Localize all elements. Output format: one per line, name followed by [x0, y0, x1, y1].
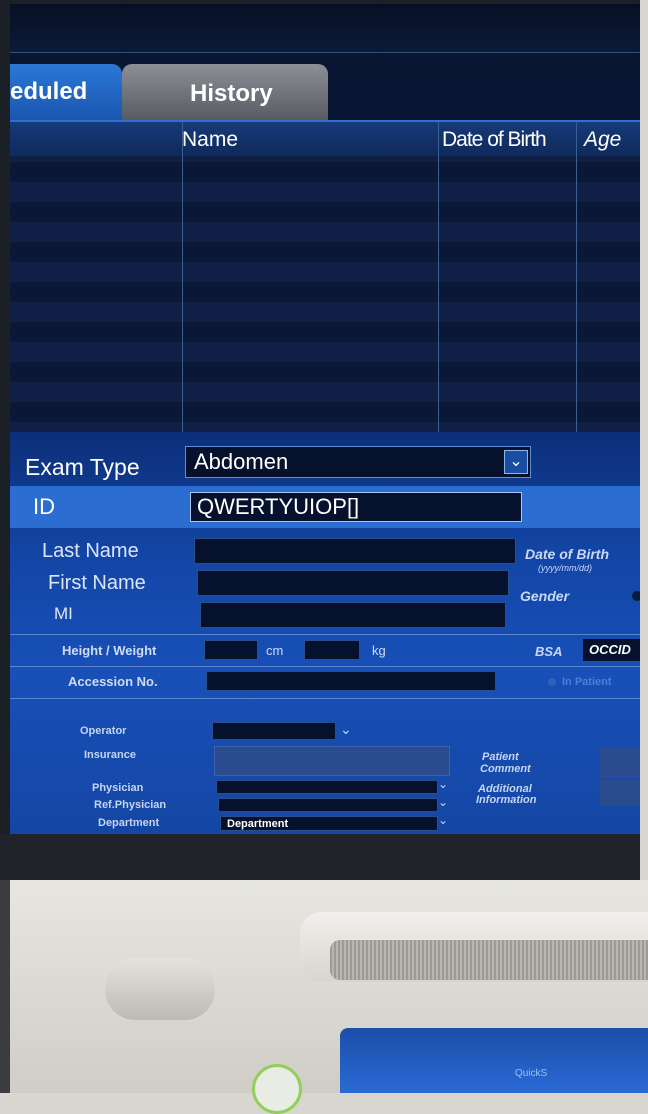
- tab-history[interactable]: History: [122, 64, 328, 120]
- weight-unit: kg: [372, 643, 386, 658]
- last-name-input[interactable]: [194, 538, 516, 564]
- gender-label: Gender: [520, 588, 570, 604]
- column-header-age[interactable]: Age: [584, 128, 621, 152]
- in-patient-checkbox[interactable]: [548, 678, 556, 686]
- department-value: Department: [227, 818, 289, 830]
- chevron-down-icon[interactable]: ⌄: [438, 813, 448, 827]
- additional-info-input[interactable]: [600, 780, 640, 806]
- patient-comment-input[interactable]: [600, 748, 640, 778]
- id-value: QWERTYUIOP[]: [197, 494, 360, 519]
- insurance-label: Insurance: [84, 749, 136, 761]
- physician-label: Physician: [92, 782, 144, 794]
- tab-scheduled-label: eduled: [10, 78, 88, 105]
- physician-select[interactable]: [216, 780, 438, 794]
- probe-holder: [105, 958, 215, 1020]
- patient-comment-label-line2: Comment: [480, 763, 531, 775]
- date-of-birth-format: (yyyy/mm/dd): [538, 563, 592, 573]
- worklist-table[interactable]: Name Date of Birth Age: [10, 120, 640, 434]
- chevron-down-icon[interactable]: ⌄: [340, 721, 352, 738]
- tab-scheduled[interactable]: eduled: [10, 64, 122, 120]
- column-header-date-of-birth[interactable]: Date of Birth: [442, 128, 547, 152]
- department-select[interactable]: Department: [220, 816, 438, 831]
- divider: [10, 666, 640, 667]
- chevron-down-icon[interactable]: ⌄: [438, 777, 448, 791]
- first-name-label: First Name: [48, 572, 146, 594]
- bsa-label: BSA: [535, 644, 563, 659]
- patient-form: Exam Type Abdomen ⌄ ID QWERTYUIOP[] Last…: [10, 432, 640, 834]
- column-divider: [438, 122, 439, 434]
- ultrasound-screen: eduled History Name Date of Birth Age Ex…: [10, 4, 640, 834]
- tab-history-label: History: [190, 80, 273, 107]
- chevron-down-icon[interactable]: ⌄: [438, 795, 448, 809]
- speaker-grille: [330, 940, 648, 980]
- date-of-birth-label: Date of Birth: [525, 546, 609, 562]
- id-row: ID QWERTYUIOP[]: [10, 486, 640, 528]
- divider: [10, 634, 640, 635]
- bsa-value: OCCID: [583, 639, 640, 661]
- console-edge: [0, 880, 10, 1093]
- operator-select[interactable]: [212, 722, 336, 740]
- ref-physician-select[interactable]: [218, 798, 438, 812]
- column-header-name[interactable]: Name: [182, 128, 238, 152]
- accession-input[interactable]: [206, 671, 496, 691]
- power-button[interactable]: [252, 1064, 302, 1114]
- column-divider: [576, 122, 577, 434]
- additional-info-label-line2: Information: [476, 794, 537, 806]
- gender-radio[interactable]: [632, 591, 640, 601]
- mi-label: MI: [54, 604, 73, 623]
- divider: [10, 698, 640, 699]
- height-weight-label: Height / Weight: [62, 643, 157, 658]
- height-input[interactable]: [204, 640, 258, 660]
- id-input[interactable]: QWERTYUIOP[]: [190, 492, 522, 522]
- worklist-header: Name Date of Birth Age: [10, 122, 640, 156]
- in-patient-label: In Patient: [562, 676, 612, 688]
- height-unit: cm: [266, 643, 284, 658]
- first-name-input[interactable]: [197, 570, 509, 596]
- touch-panel-label: QuickS: [515, 1068, 548, 1079]
- department-label: Department: [98, 817, 160, 829]
- operator-label: Operator: [80, 725, 127, 737]
- insurance-input[interactable]: [214, 746, 450, 776]
- accession-label: Accession No.: [68, 674, 158, 689]
- mi-input[interactable]: [200, 602, 506, 628]
- exam-type-select[interactable]: Abdomen ⌄: [185, 446, 531, 478]
- weight-input[interactable]: [304, 640, 360, 660]
- patient-comment-label-line1: Patient: [482, 751, 519, 763]
- monitor-chin: [0, 834, 640, 880]
- exam-type-value: Abdomen: [194, 449, 289, 474]
- exam-type-label: Exam Type: [25, 454, 140, 480]
- top-bar: [10, 4, 640, 53]
- touch-panel[interactable]: [340, 1028, 648, 1093]
- chevron-down-icon[interactable]: ⌄: [504, 450, 528, 474]
- ref-physician-label: Ref.Physician: [94, 799, 167, 811]
- column-divider: [182, 122, 183, 434]
- last-name-label: Last Name: [42, 540, 139, 562]
- id-label: ID: [33, 494, 55, 519]
